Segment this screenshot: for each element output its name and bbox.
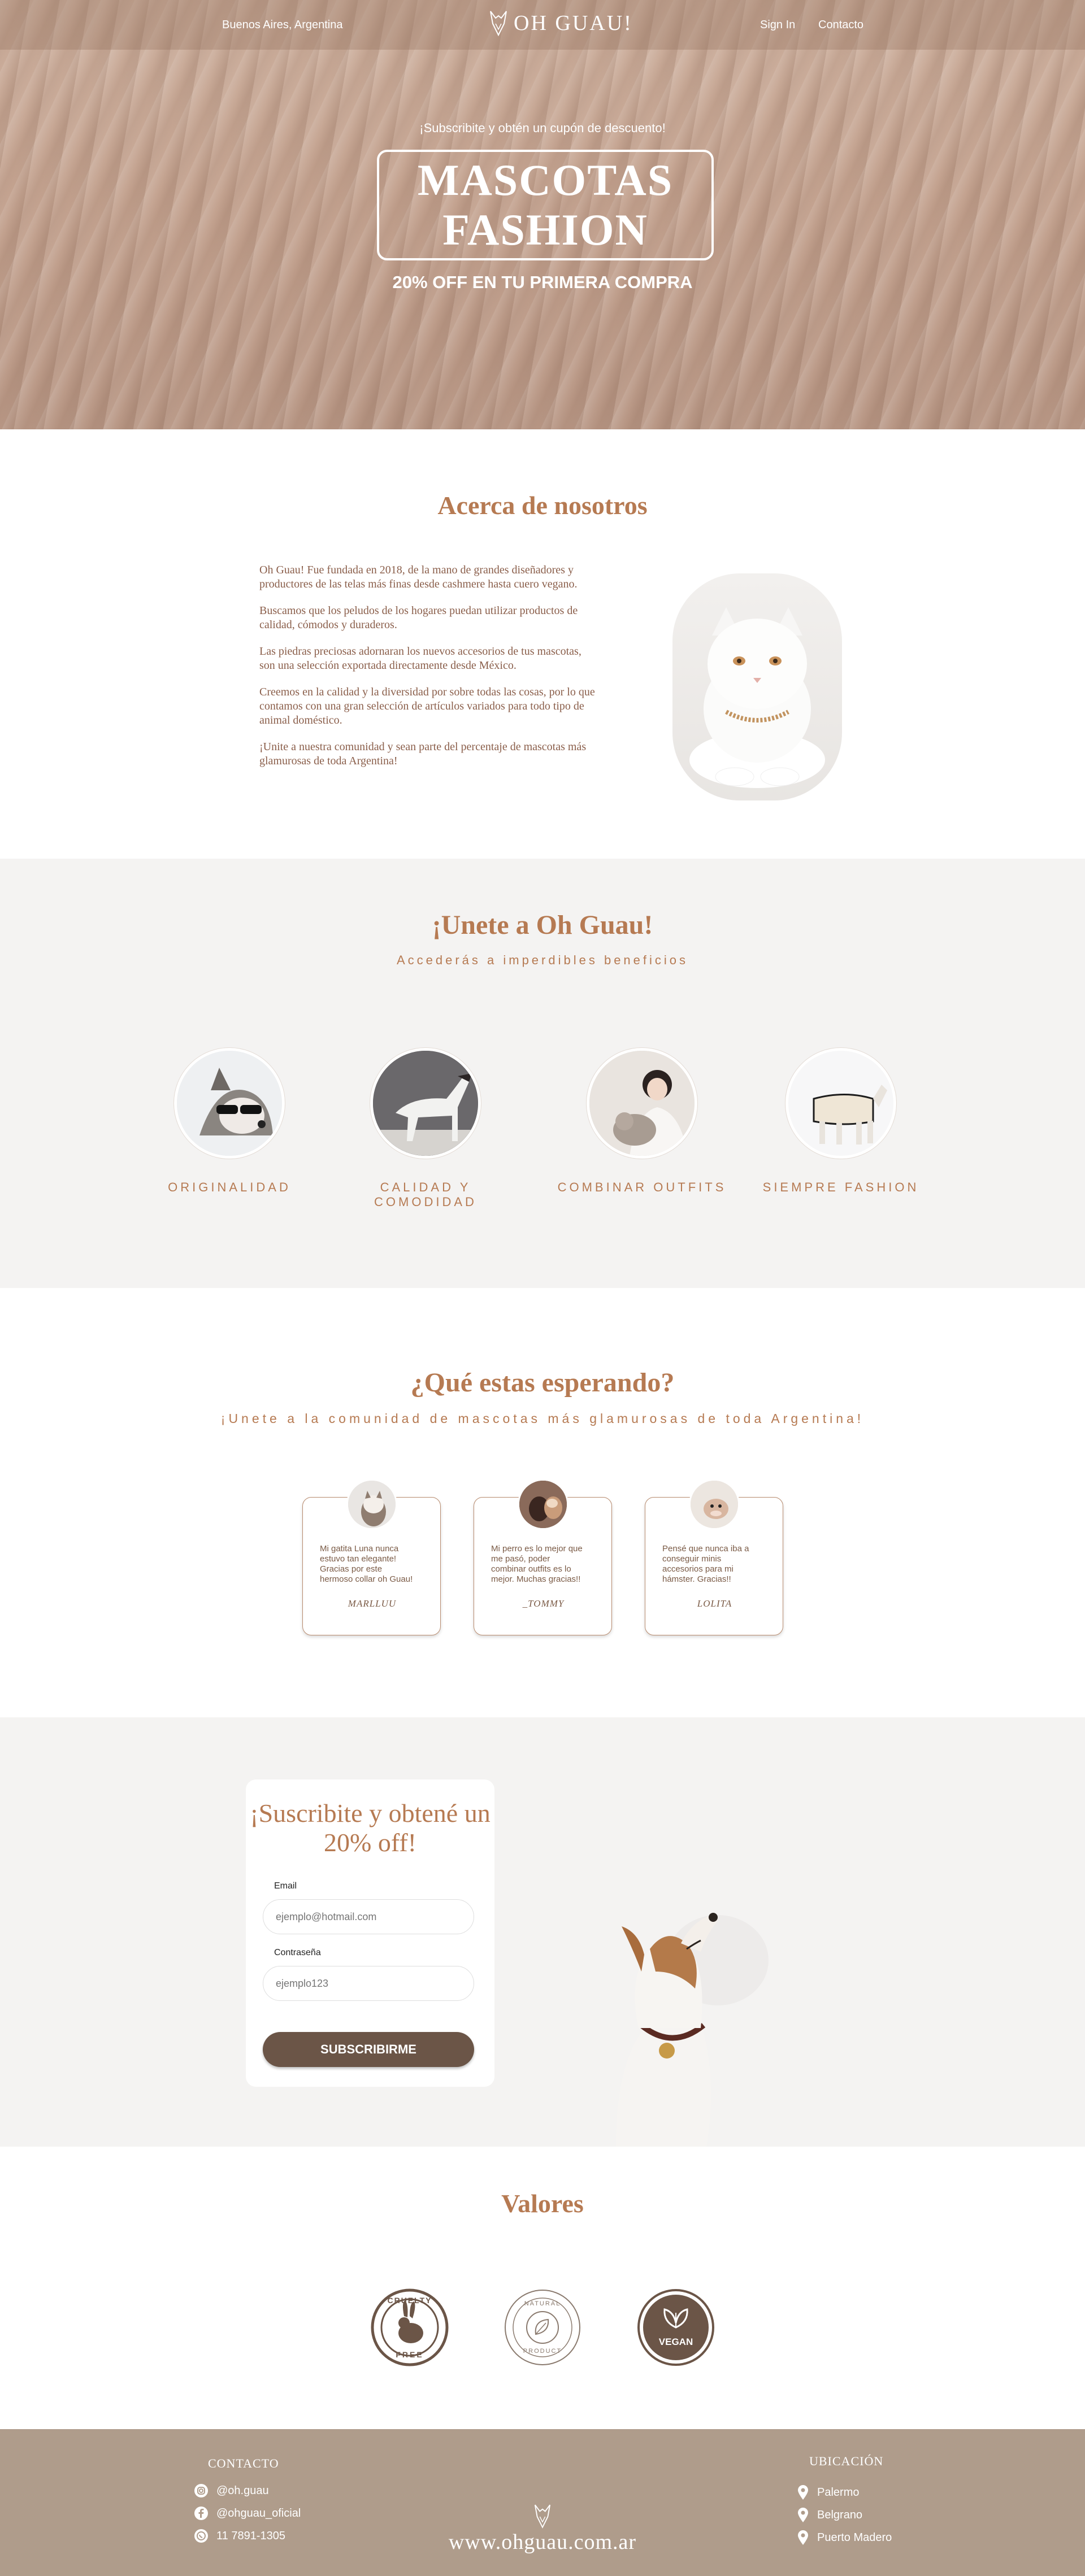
- email-label: Email: [274, 1881, 297, 1891]
- map-pin-icon: [798, 2485, 808, 2500]
- review-text: Mi gatita Luna nunca estuvo tan elegante…: [320, 1544, 413, 1584]
- facebook-icon: [194, 2507, 208, 2520]
- contact-heading: CONTACTO: [208, 2456, 279, 2470]
- badge-text-bottom: PRODUCT: [523, 2348, 562, 2355]
- location-text: Palermo: [817, 2486, 860, 2499]
- vegan-leaf-icon: [637, 2289, 714, 2366]
- sign-in-link[interactable]: Sign In: [760, 19, 795, 32]
- about-paragraph: Las piedras preciosas adornaran los nuev…: [259, 645, 581, 672]
- badge-text-bottom: VEGAN: [658, 2336, 693, 2347]
- hero-title-box: MASCOTAS FASHION: [377, 150, 714, 260]
- about-paragraph: ¡Unite a nuestra comunidad y sean parte …: [259, 741, 587, 767]
- reviews-title: ¿Qué estas esperando?: [410, 1368, 675, 1398]
- contact-text: @ohguau_oficial: [216, 2507, 301, 2520]
- footer-logo-icon: [534, 2504, 551, 2529]
- cruelty-free-badge: CRUELTY FREE: [370, 2288, 449, 2367]
- subscribe-form-card: ¡Suscribite y obtené un 20% off! Email C…: [246, 1779, 494, 2087]
- benefit-image-originalidad: [174, 1048, 285, 1159]
- benefit-image-calidad: [370, 1048, 481, 1159]
- contact-facebook[interactable]: @ohguau_oficial: [194, 2506, 301, 2521]
- about-paragraph: Oh Guau! Fue fundada en 2018, de la mano…: [259, 564, 578, 590]
- benefit-image-combinar: [587, 1048, 697, 1159]
- contact-link[interactable]: Contacto: [818, 19, 863, 32]
- about-paragraph: Buscamos que los peludos de los hogares …: [259, 604, 578, 631]
- hero-title-line2: FASHION: [442, 205, 648, 254]
- leaf-icon: [505, 2290, 580, 2365]
- contact-instagram[interactable]: @oh.guau: [194, 2483, 269, 2498]
- avatar: [689, 1479, 740, 1530]
- jack-russell-dog-illustration: [616, 1913, 769, 2147]
- benefit-label: ORIGINALIDAD: [168, 1180, 291, 1194]
- reviews-subtitle: ¡Unete a la comunidad de mascotas más gl…: [220, 1411, 865, 1426]
- email-field[interactable]: [263, 1899, 474, 1934]
- badge-text-top: NATURAL: [524, 2300, 561, 2307]
- review-text: Mi perro es lo mejor que me pasó, poder …: [491, 1544, 583, 1584]
- avatar: [518, 1479, 568, 1530]
- benefit-label: CALIDAD Y COMODIDAD: [374, 1180, 477, 1209]
- join-subtitle: Accederás a imperdibles beneficios: [396, 953, 689, 967]
- benefit-label: SIEMPRE FASHION: [762, 1180, 919, 1194]
- location-item: Belgrano: [797, 2507, 862, 2523]
- website-url[interactable]: www.ohguau.com.ar: [0, 2530, 1085, 2555]
- hero-title-line1: MASCOTAS: [417, 155, 674, 204]
- badge-text-top: CRUELTY: [387, 2296, 432, 2305]
- hero-discount-text: 20% OFF EN TU PRIMERA COMPRA: [392, 272, 693, 292]
- contact-text: @oh.guau: [216, 2484, 269, 2497]
- about-text: Oh Guau! Fue fundada en 2018, de la mano…: [259, 563, 598, 781]
- brand-logo[interactable]: OH GUAU!: [489, 10, 633, 36]
- about-title: Acerca de nosotros: [437, 491, 648, 520]
- values-title: Valores: [501, 2189, 584, 2218]
- about-paragraph: Creemos en la calidad y la diversidad po…: [259, 686, 595, 726]
- subscribe-section: [0, 1717, 1085, 2147]
- avatar: [346, 1479, 397, 1530]
- map-pin-icon: [798, 2508, 808, 2522]
- location-text: Belgrano: [817, 2508, 863, 2521]
- location-heading: UBICACIÓN: [809, 2454, 884, 2468]
- join-title: ¡Unete a Oh Guau!: [432, 910, 653, 940]
- dog-head-icon: [490, 11, 507, 36]
- benefit-image-siempre: [785, 1048, 896, 1159]
- instagram-icon: [194, 2484, 208, 2497]
- vegan-badge: VEGAN: [636, 2288, 715, 2367]
- review-author: MARLLUU: [348, 1598, 397, 1609]
- benefit-label: COMBINAR OUTFITS: [557, 1180, 727, 1194]
- review-author: LOLITA: [697, 1598, 732, 1609]
- password-label: Contraseña: [274, 1948, 321, 1957]
- natural-product-badge: NATURAL PRODUCT: [503, 2288, 582, 2367]
- review-text: Pensé que nunca iba a conseguir minis ac…: [662, 1544, 749, 1584]
- location-text: Buenos Aires, Argentina: [222, 19, 343, 31]
- subscribe-button[interactable]: SUBSCRIBIRME: [263, 2032, 474, 2067]
- password-field[interactable]: [263, 1966, 474, 2001]
- subscribe-title: ¡Suscribite y obtené un 20% off!: [250, 1799, 491, 1857]
- badge-text-bottom: FREE: [396, 2350, 424, 2359]
- white-cat-photo: [672, 573, 842, 800]
- location-item: Palermo: [797, 2484, 859, 2500]
- cat-illustration: [689, 607, 825, 788]
- hero-subscribe-line: ¡Subscribite y obtén un cupón de descuen…: [419, 121, 666, 135]
- brand-name: OH GUAU!: [514, 11, 633, 35]
- review-author: _TOMMY: [522, 1598, 565, 1609]
